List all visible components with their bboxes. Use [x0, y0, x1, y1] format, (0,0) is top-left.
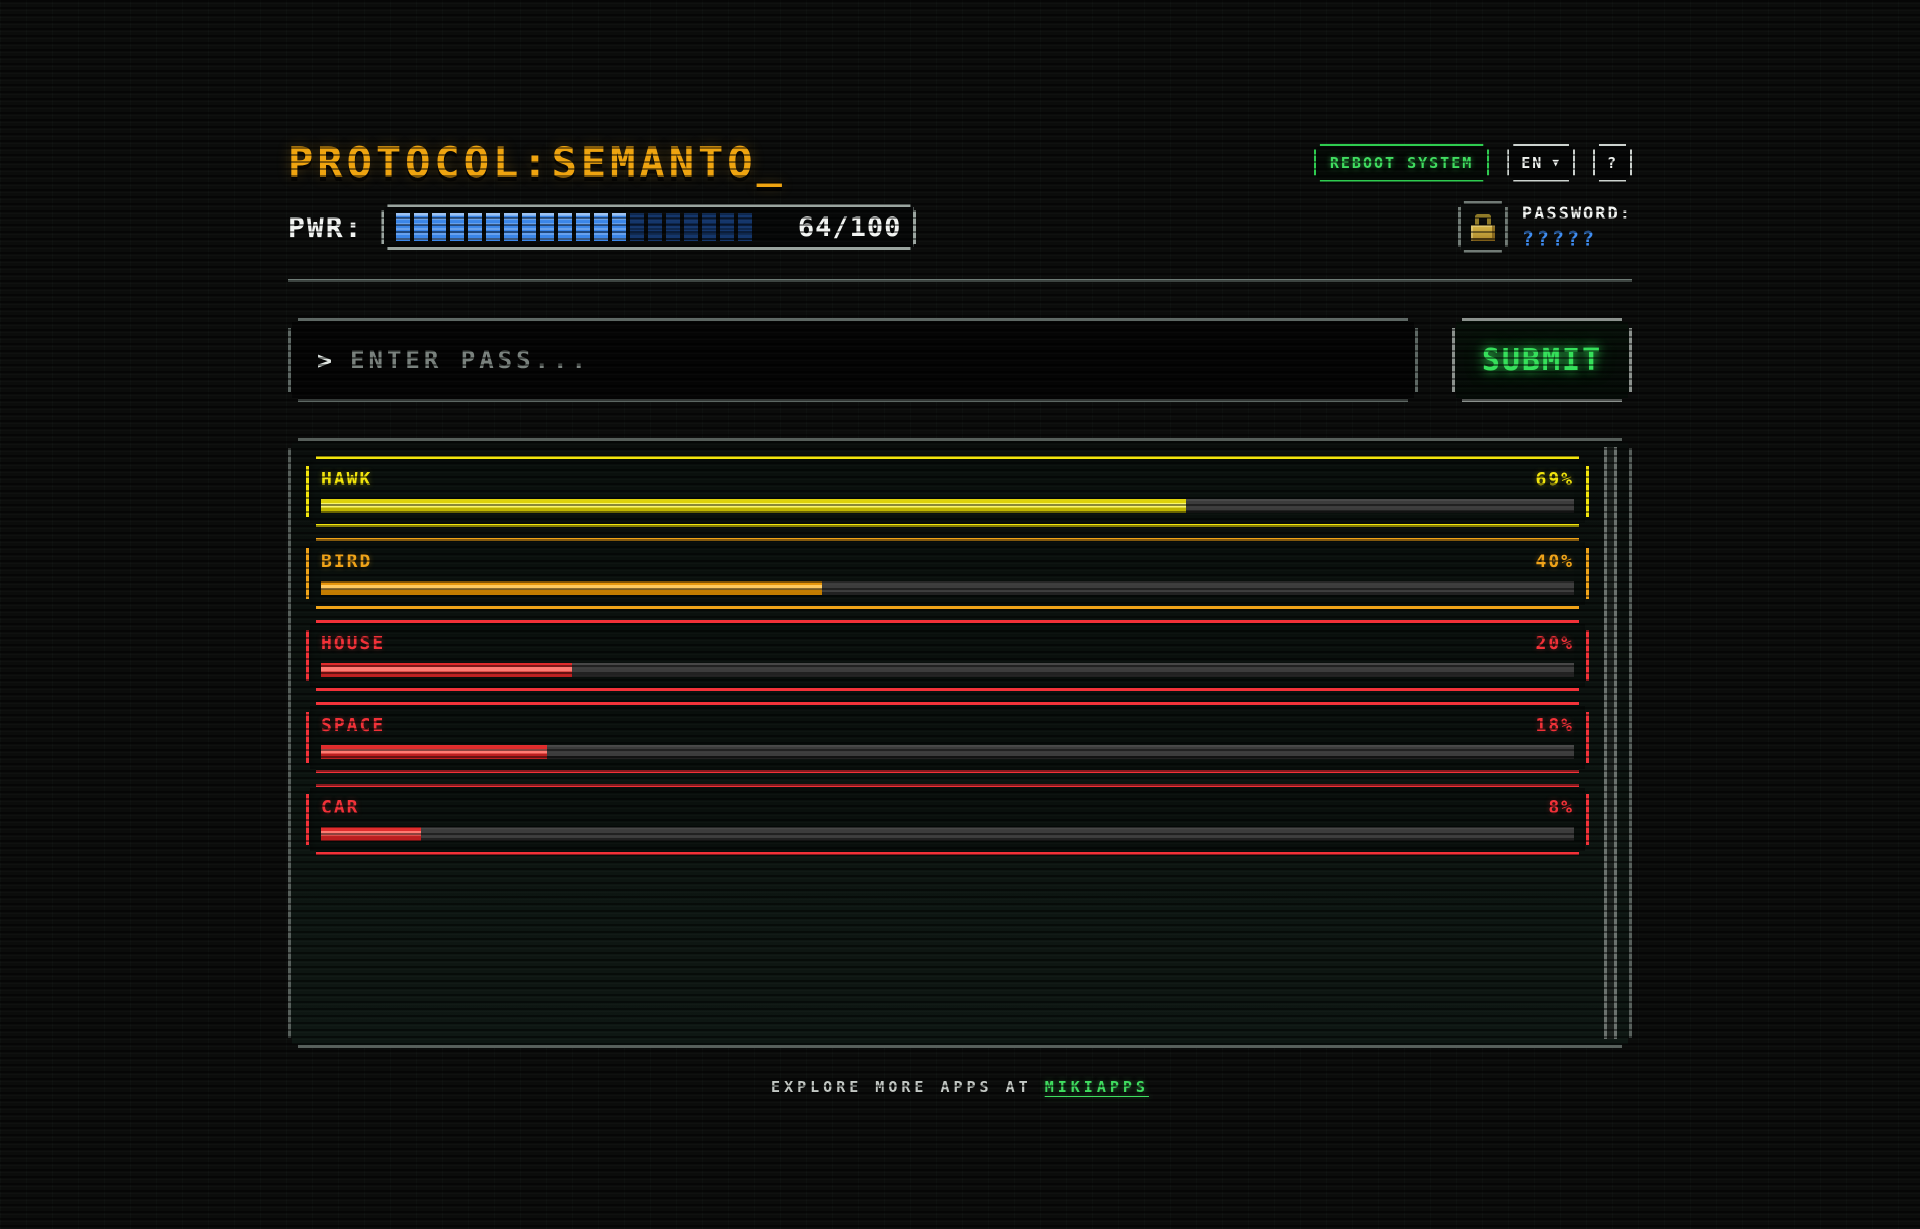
guess-progress-track: [321, 581, 1574, 595]
footer: EXPLORE MORE APPS AT MIKIAPPS: [288, 1078, 1632, 1096]
guess-progress-track: [321, 745, 1574, 759]
power-segment: [540, 213, 554, 241]
guess-percent: 40%: [1535, 551, 1574, 572]
power-label: PWR:: [288, 211, 363, 244]
power-segment: [432, 213, 446, 241]
guess-word: SPACE: [321, 715, 385, 736]
power-segment: [594, 213, 608, 241]
guess-form: > SUBMIT: [288, 318, 1632, 402]
page-title: PROTOCOL:SEMANTO_: [288, 138, 786, 187]
password-masked-value: ?????: [1522, 227, 1632, 251]
guess-row: SPACE 18%: [306, 702, 1589, 773]
chevron-down-icon: ▼: [1552, 157, 1561, 168]
power-segment: [630, 213, 644, 241]
power-segment: [468, 213, 482, 241]
scrollbar[interactable]: [1604, 447, 1617, 1039]
header: PROTOCOL:SEMANTO_ REBOOT SYSTEM EN ▼ ?: [288, 138, 1632, 187]
guess-progress-fill: [321, 827, 421, 841]
guess-row: HAWK 69%: [306, 456, 1589, 527]
guess-list-panel: HAWK 69% BIRD 40% HOUSE 20% SPACE 18%: [288, 438, 1632, 1048]
reboot-system-button[interactable]: REBOOT SYSTEM: [1314, 144, 1489, 182]
language-selected-label: EN: [1521, 154, 1543, 172]
guess-progress-track: [321, 499, 1574, 513]
guess-percent: 20%: [1535, 633, 1574, 654]
power-segments: [396, 213, 752, 241]
power-segment: [648, 213, 662, 241]
power-segment: [558, 213, 572, 241]
guess-progress-fill: [321, 581, 822, 595]
guess-input-box: >: [288, 318, 1418, 402]
power-segment: [612, 213, 626, 241]
guess-progress-track: [321, 827, 1574, 841]
prompt-icon: >: [317, 346, 332, 375]
guess-progress-fill: [321, 663, 572, 677]
lock-icon: [1458, 201, 1508, 253]
header-separator: [288, 279, 1632, 282]
guess-word: HOUSE: [321, 633, 385, 654]
power-segment: [576, 213, 590, 241]
header-controls: REBOOT SYSTEM EN ▼ ?: [1314, 144, 1632, 182]
power-segment: [684, 213, 698, 241]
guess-row: BIRD 40%: [306, 538, 1589, 609]
guess-word: CAR: [321, 797, 360, 818]
guess-row: HOUSE 20%: [306, 620, 1589, 691]
guess-progress-fill: [321, 499, 1186, 513]
power-meter: 64/100: [381, 204, 916, 250]
power-segment: [738, 213, 752, 241]
guess-percent: 8%: [1548, 797, 1574, 818]
status-row: PWR: 64/100 PASSWORD: ?????: [288, 201, 1632, 253]
power-segment: [702, 213, 716, 241]
help-button[interactable]: ?: [1593, 144, 1632, 182]
footer-link[interactable]: MIKIAPPS: [1045, 1078, 1149, 1096]
password-label: PASSWORD:: [1522, 204, 1632, 224]
guess-percent: 18%: [1535, 715, 1574, 736]
guess-row: CAR 8%: [306, 784, 1589, 855]
guess-word: HAWK: [321, 469, 372, 490]
guess-progress-track: [321, 663, 1574, 677]
guess-word: BIRD: [321, 551, 372, 572]
power-segment: [504, 213, 518, 241]
power-value: 64/100: [798, 212, 902, 243]
power-segment: [396, 213, 410, 241]
guess-progress-fill: [321, 745, 547, 759]
footer-text: EXPLORE MORE APPS AT: [771, 1078, 1032, 1096]
power-segment: [450, 213, 464, 241]
power-segment: [666, 213, 680, 241]
app-window: PROTOCOL:SEMANTO_ REBOOT SYSTEM EN ▼ ? P…: [288, 0, 1632, 1096]
power-segment: [414, 213, 428, 241]
power-segment: [522, 213, 536, 241]
power-segment: [486, 213, 500, 241]
password-hint: PASSWORD: ?????: [1458, 201, 1632, 253]
guess-input[interactable]: [350, 346, 1389, 374]
language-dropdown[interactable]: EN ▼: [1507, 144, 1575, 182]
submit-button[interactable]: SUBMIT: [1452, 318, 1632, 402]
guess-percent: 69%: [1535, 469, 1574, 490]
power-segment: [720, 213, 734, 241]
